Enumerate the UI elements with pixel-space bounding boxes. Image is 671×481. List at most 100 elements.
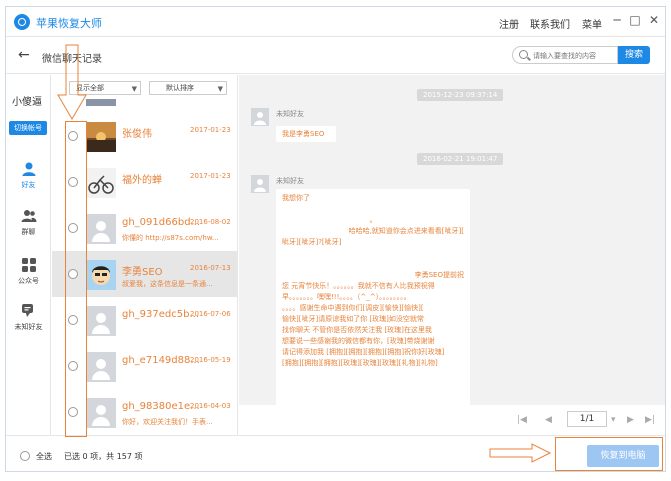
message-line: 哈哈哈,就知道你会点进来看看[呲牙][ xyxy=(348,227,464,235)
search-icon xyxy=(519,50,528,59)
row-checkbox[interactable] xyxy=(68,361,78,371)
row-checkbox[interactable] xyxy=(68,315,78,325)
contact-name: gh_937edc5b... xyxy=(122,309,200,320)
sidebar-item-unknown-friends[interactable]: 未知好友 xyxy=(6,303,51,347)
message-line xyxy=(282,204,464,215)
message-line: 请记得添加我 [拥抱][拥抱][拥抱][拥抱]祝你好[玫瑰] xyxy=(282,348,445,356)
contact-list-panel: 显示全部 ▼ 默认排序 ▼ 张俊伟 2017-01-23 福外的蝉 2017-0… xyxy=(52,75,281,435)
maximize-icon[interactable]: □ xyxy=(628,13,642,27)
message-line: 您 元宵节快乐！。。。。。。我就不信有人比我预祝得 xyxy=(282,282,435,290)
avatar xyxy=(86,168,116,198)
switch-account-button[interactable]: 切换帐号 xyxy=(9,121,47,135)
contact-date: 2016-04-03 xyxy=(190,402,231,410)
contact-preview: 你懂的 http://s87s.com/hw... xyxy=(122,234,219,242)
list-item[interactable]: gh_e7149d88... 2016-05-19 xyxy=(52,343,238,389)
row-checkbox[interactable] xyxy=(68,131,78,141)
chat-pane: 2015-12-23 09:37:14 未知好友 我是李勇SEO 2016-02… xyxy=(239,75,665,405)
message-line: 。。。。感谢生命中遇到你们[调皮][愉快][愉快][ xyxy=(282,304,424,312)
list-item[interactable]: gh_98380e1e... 2016-04-03 你好，欢迎关注我们！手表..… xyxy=(52,389,238,435)
bike-photo-icon xyxy=(88,175,114,194)
title-bar: 苹果恢复大师 注册 联系我们 菜单 ─ □ ✕ xyxy=(6,7,665,37)
search-button[interactable]: 搜索 xyxy=(618,46,650,64)
sidebar-item-label: 群聊 xyxy=(21,228,36,236)
contact-name: gh_e7149d88... xyxy=(122,355,200,366)
sidebar-item-groups[interactable]: 群聊 xyxy=(6,208,51,252)
sort-dropdown[interactable]: 默认排序 ▼ xyxy=(149,81,227,95)
search-input[interactable] xyxy=(533,49,617,62)
contact-name: 李勇SEO xyxy=(122,267,163,278)
contact-name: gh_98380e1e... xyxy=(122,401,200,412)
app-logo-icon xyxy=(14,14,30,30)
sidebar-item-friends[interactable]: 好友 xyxy=(6,161,51,205)
chevron-down-icon[interactable]: ▾ xyxy=(611,415,616,425)
avatar xyxy=(251,108,269,126)
list-item[interactable]: gh_937edc5b... 2016-07-06 xyxy=(52,297,238,343)
row-checkbox[interactable] xyxy=(68,177,78,187)
avatar xyxy=(86,306,116,336)
grid-icon xyxy=(21,258,36,272)
restore-to-computer-button[interactable]: 恢复到电脑 xyxy=(587,445,659,467)
last-page-icon[interactable]: ▶| xyxy=(645,415,655,425)
contact-date: 2017-01-23 xyxy=(190,126,231,134)
app-title: 苹果恢复大师 xyxy=(36,17,102,30)
arrow-left-icon[interactable]: ← xyxy=(18,47,30,63)
message-line: 李勇SEO提前祝 xyxy=(414,271,464,279)
user-name: 小傻逼 xyxy=(12,97,42,108)
page-input[interactable]: 1/1 xyxy=(567,411,607,427)
message-line: 。 xyxy=(369,216,377,224)
message-sender: 未知好友 xyxy=(276,177,304,185)
search-box[interactable] xyxy=(512,46,618,64)
select-all-label[interactable]: 全选 xyxy=(36,451,52,462)
message-bubble: 我是李勇SEO xyxy=(276,126,336,142)
contact-name: gh_091d66bd... xyxy=(122,217,201,228)
contact-date: 2016-07-06 xyxy=(190,310,231,318)
message-line: [拥抱][拥抱][拥抱][玫瑰][玫瑰][玫瑰][礼物][礼物] xyxy=(282,359,438,367)
minimize-icon[interactable]: ─ xyxy=(610,13,624,27)
row-checkbox[interactable] xyxy=(68,269,78,279)
row-checkbox[interactable] xyxy=(68,223,78,233)
menu-link[interactable]: 菜单 xyxy=(582,16,602,31)
sidebar-item-official-accounts[interactable]: 公众号 xyxy=(6,257,51,301)
avatar xyxy=(251,175,269,193)
contact-preview: 叔爱我，这条信息是一条通... xyxy=(122,280,213,288)
annotation-arrow-right-icon xyxy=(489,443,552,463)
list-item[interactable]: 福外的蝉 2017-01-23 xyxy=(52,159,238,205)
message-line: 呲牙][呲牙]?[呲牙] xyxy=(282,238,342,246)
message-line xyxy=(282,259,464,270)
contact-name: 张俊伟 xyxy=(122,129,152,140)
close-icon[interactable]: ✕ xyxy=(647,13,661,27)
sort-dropdown-value: 默认排序 xyxy=(166,84,194,92)
prev-page-icon[interactable]: ◀ xyxy=(545,415,552,425)
message-timestamp: 2015-12-23 09:37:14 xyxy=(417,89,504,101)
contact-us-link[interactable]: 联系我们 xyxy=(530,16,570,31)
message-line: 我想你了 xyxy=(282,194,310,202)
list-item[interactable]: 李勇SEO 2016-07-13 叔爱我，这条信息是一条通... xyxy=(52,251,238,297)
message-sender: 未知好友 xyxy=(276,110,304,118)
message-line xyxy=(282,248,464,259)
list-item[interactable]: gh_091d66bd... 2016-08-02 你懂的 http://s87… xyxy=(52,205,238,251)
sidebar-item-label: 好友 xyxy=(21,181,36,189)
contact-date: 2016-05-19 xyxy=(190,356,231,364)
contact-name: 福外的蝉 xyxy=(122,175,162,186)
chevron-down-icon: ▼ xyxy=(131,85,137,93)
chevron-down-icon: ▼ xyxy=(217,85,223,93)
next-page-icon[interactable]: ▶ xyxy=(627,415,634,425)
avatar xyxy=(86,260,116,290)
page-indicator: 1/1 xyxy=(579,414,595,424)
message-line: 愉快][呲牙]请原谅我如了你 [玫瑰]如没空就常 xyxy=(282,315,424,323)
message-timestamp: 2016-02-21 19:01:47 xyxy=(417,153,504,165)
person-icon xyxy=(22,162,35,176)
message-line: 想要说一些感谢我的微信都有你，[玫瑰]带烧谢谢 xyxy=(282,337,435,345)
left-sidebar: 小傻逼 切换帐号 好友 群聊 公众号 未知好友 xyxy=(6,75,51,435)
register-link[interactable]: 注册 xyxy=(499,16,519,31)
avatar xyxy=(86,352,116,382)
select-all-checkbox[interactable] xyxy=(20,451,30,461)
avatar xyxy=(86,214,116,244)
sunset-photo-icon xyxy=(86,122,116,152)
contact-preview: 你好，欢迎关注我们！手表... xyxy=(122,418,213,426)
group-icon xyxy=(21,210,36,222)
message-line: 早。。。。。。。嘿嘿!!!。。。。（^_^）。。。。。。。。 xyxy=(282,293,411,301)
first-page-icon[interactable]: |◀ xyxy=(517,415,527,425)
row-checkbox[interactable] xyxy=(68,407,78,417)
contact-date: 2016-08-02 xyxy=(190,218,231,226)
